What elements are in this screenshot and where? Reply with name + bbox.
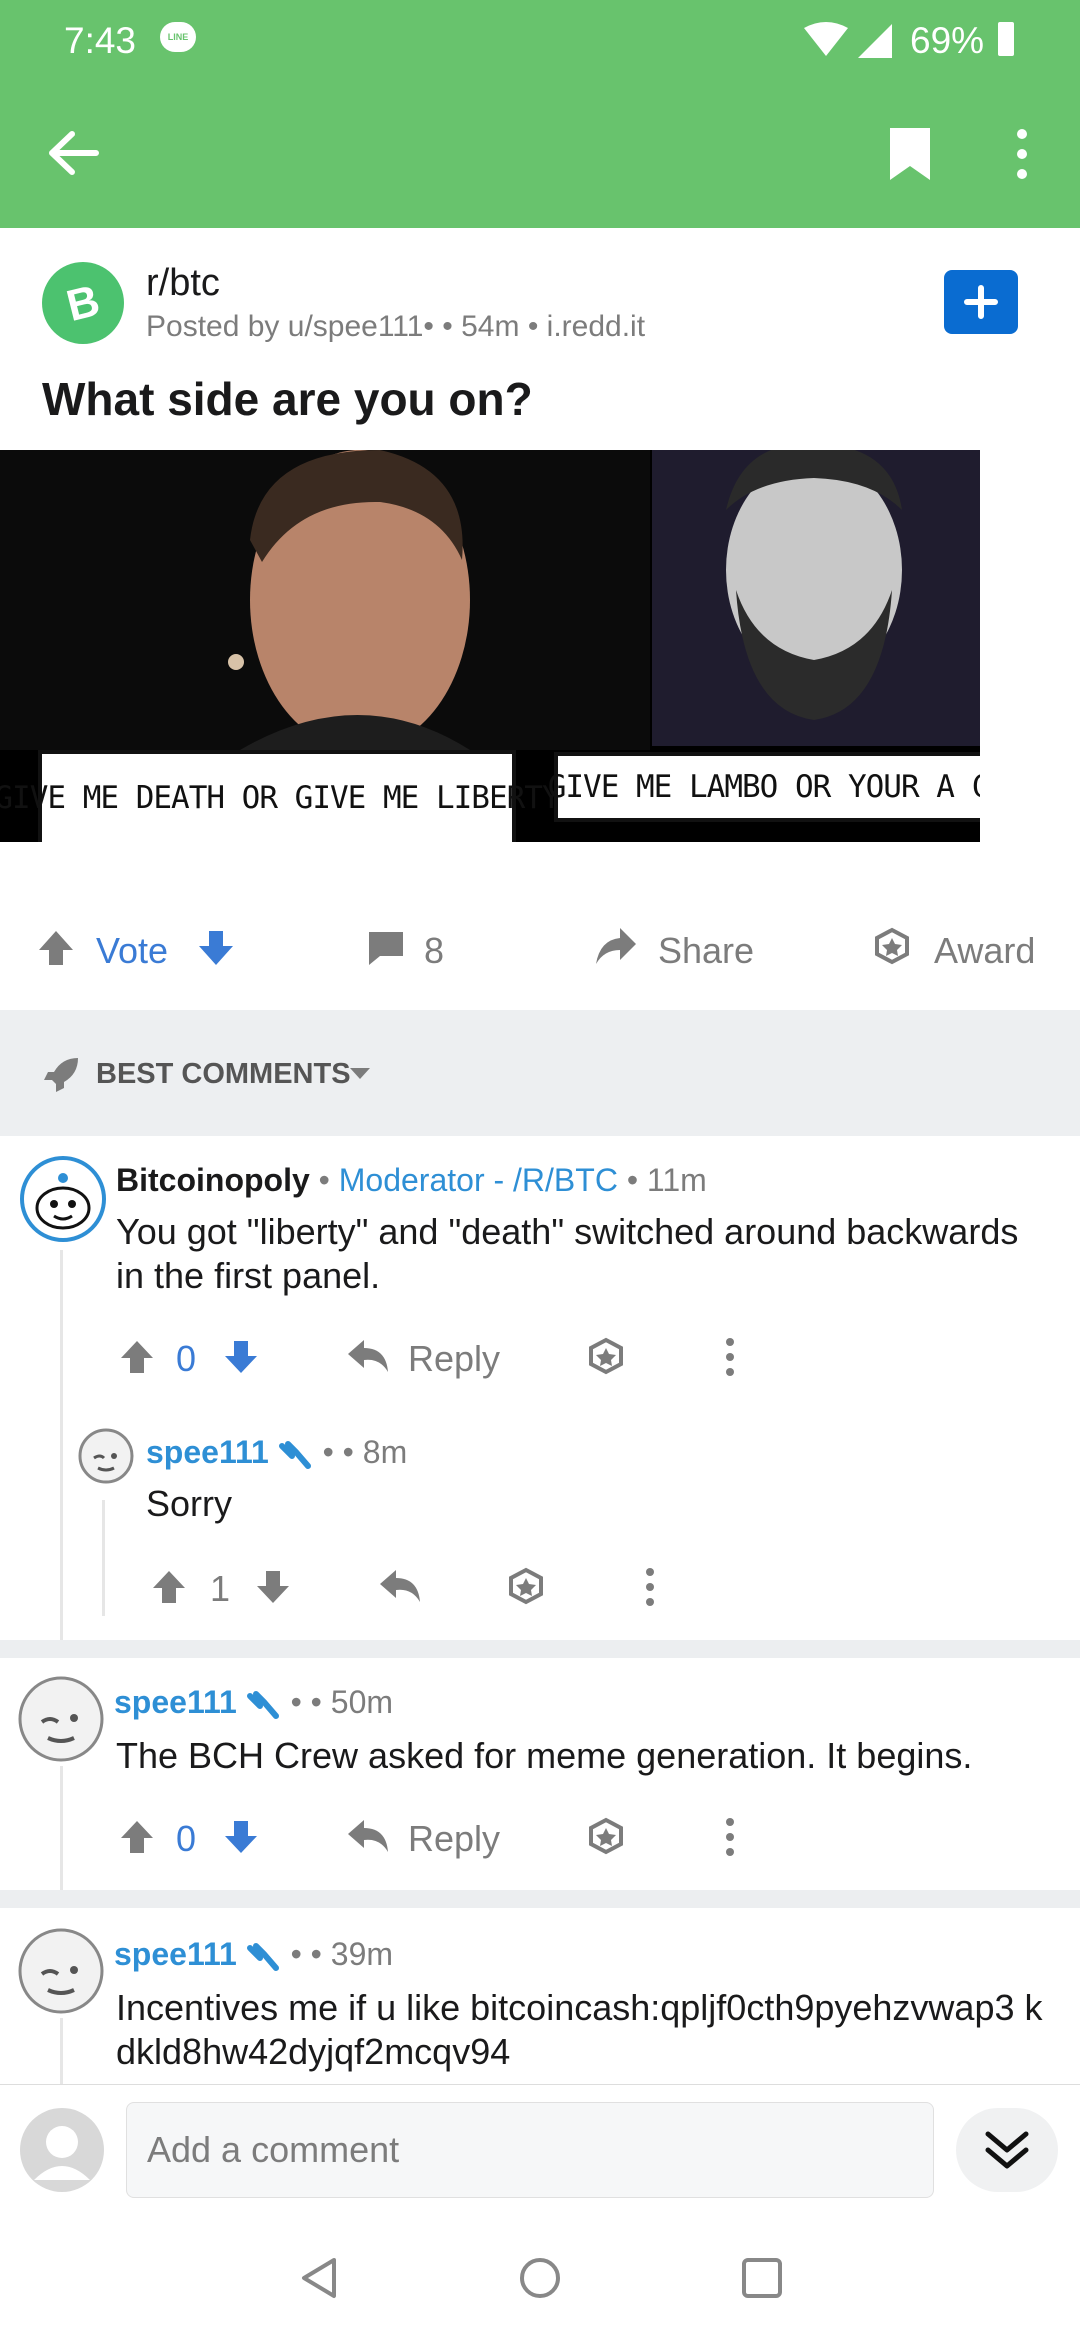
comment-age: • 50m [310,1684,394,1720]
op-mic-icon [246,1942,279,1971]
reply-author[interactable]: spee111 [146,1434,269,1470]
meme-caption-left: GIVE ME DEATH OR GIVE ME LIBERTY [0,750,561,842]
share-label[interactable]: Share [658,930,754,972]
add-comment-input[interactable]: Add a comment [126,2102,934,2198]
award-icon[interactable] [872,926,912,966]
comment-body: You got "liberty" and "death" switched a… [116,1211,1019,1296]
sort-label[interactable]: BEST COMMENTS [96,1058,351,1091]
chevron-down-icon[interactable] [348,1066,372,1082]
reply-body: Sorry [146,1483,233,1524]
award-label[interactable]: Award [934,930,1035,972]
rocket-icon [44,1058,78,1092]
upvote-icon[interactable] [150,1568,188,1606]
upvote-icon[interactable] [118,1338,156,1376]
comment-divider [0,1890,1080,1908]
battery-icon [998,22,1014,56]
status-time: 7:43 [64,20,137,61]
comment-author[interactable]: Bitcoinopoly [116,1162,310,1198]
comment-author[interactable]: spee111 [114,1684,237,1720]
upvote-icon[interactable] [118,1818,156,1856]
nav-recents-icon[interactable] [738,2254,786,2302]
bookmark-icon[interactable] [888,126,932,182]
op-mic-icon [246,1690,279,1719]
comment-header: spee111 • • 50m [114,1684,394,1720]
award-icon[interactable] [586,1336,626,1376]
comment-age: • 11m [626,1162,707,1198]
moderator-flair: Moderator - /R/BTC [338,1162,618,1198]
comment-divider [0,1640,1080,1658]
more-options-icon[interactable] [722,1816,738,1858]
comment-count[interactable]: 8 [424,930,444,972]
post-age: • 54m [442,310,520,343]
subreddit-name[interactable]: r/btc [146,262,220,305]
meme-caption-right: GIVE ME LAMBO OR YOUR A C**T [548,752,980,822]
reply-icon[interactable] [346,1336,390,1376]
subreddit-bch-icon[interactable]: B [42,262,124,344]
plus-icon [964,285,998,319]
avatar-snoo-icon[interactable] [20,1156,106,1242]
overflow-menu-icon[interactable] [1012,126,1032,182]
more-options-icon[interactable] [722,1336,738,1378]
comment-score: 0 [176,1818,197,1859]
back-arrow-icon[interactable] [44,128,104,178]
downvote-icon[interactable] [254,1568,292,1606]
comment-body: Incentives me if u like bitcoincash:qplj… [116,1987,1043,2072]
reply-score: 1 [210,1568,231,1609]
double-chevron-down-icon [985,2131,1029,2169]
thread-line[interactable] [60,1250,63,1640]
join-button[interactable] [944,270,1018,334]
reply-button[interactable]: Reply [408,1818,500,1860]
thread-line[interactable] [60,2018,63,2084]
comment-body: The BCH Crew asked for meme generation. … [116,1735,973,1776]
comment-score: 0 [176,1338,197,1379]
avatar-icon[interactable] [18,1676,104,1762]
downvote-icon[interactable] [196,928,236,968]
award-icon[interactable] [506,1566,546,1606]
award-icon[interactable] [586,1816,626,1856]
share-icon[interactable] [594,926,638,966]
reply-button[interactable]: Reply [408,1338,500,1380]
downvote-icon[interactable] [222,1338,260,1376]
reply-icon[interactable] [346,1816,390,1856]
scroll-to-next-button[interactable] [956,2108,1058,2192]
nav-back-icon[interactable] [296,2254,344,2302]
battery-percent: 69% [910,20,985,61]
nav-home-icon[interactable] [516,2254,564,2302]
comment-age: • 39m [310,1936,394,1972]
post-domain[interactable]: • i.redd.it [528,310,645,343]
reply-thread-line[interactable] [102,1500,105,1616]
comment-icon[interactable] [366,928,406,968]
post-image[interactable]: GIVE ME DEATH OR GIVE ME LIBERTY GIVE ME… [0,450,980,842]
reply-icon[interactable] [378,1566,422,1606]
wifi-signal-icon [804,22,892,58]
avatar-icon[interactable] [18,1928,104,2014]
upvote-icon[interactable] [36,928,76,968]
avatar-icon[interactable] [78,1428,134,1484]
downvote-icon[interactable] [222,1818,260,1856]
vote-label: Vote [96,930,169,971]
user-avatar-icon[interactable] [20,2108,104,2192]
comment-header: Bitcoinopoly • Moderator - /R/BTC • 11m [116,1162,707,1198]
comment-header: spee111 • • 39m [114,1936,394,1972]
comment-author[interactable]: spee111 [114,1936,237,1972]
add-comment-placeholder: Add a comment [147,2129,400,2170]
post-meta: Posted by u/spee111• • 54m • i.redd.it [146,310,645,344]
reply-header: spee111 • • 8m [146,1434,408,1470]
thread-line[interactable] [60,1766,63,1890]
line-app-icon: LINE [160,22,196,52]
more-options-icon[interactable] [642,1566,658,1608]
left-portrait-image [0,450,650,750]
reply-age: • 8m [342,1434,408,1470]
post-title: What side are you on? [42,373,533,425]
post-author[interactable]: Posted by u/spee111• [146,310,434,343]
right-portrait-image [652,450,980,746]
op-mic-icon [278,1440,311,1469]
